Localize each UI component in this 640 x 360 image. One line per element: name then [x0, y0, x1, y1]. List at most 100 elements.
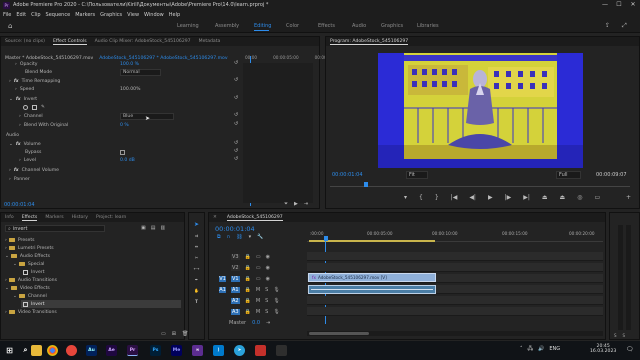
tree-item-audio-invert[interactable]: Invert [31, 270, 45, 275]
lock-icon[interactable]: 🔒 [245, 287, 251, 293]
sync-icon[interactable]: ▭ [256, 265, 261, 271]
eye-icon[interactable]: ◉ [266, 265, 270, 271]
lock-icon[interactable]: 🔒 [245, 254, 251, 260]
workspace-tab-assembly[interactable]: Assembly [215, 23, 239, 29]
mute-button[interactable]: M [256, 287, 260, 293]
timeline-horizontal-scrollbar[interactable] [307, 331, 603, 336]
close-tab-icon[interactable]: ✕ [213, 215, 217, 220]
timeline-settings-icon[interactable]: 🔧 [257, 234, 263, 240]
expand-arrow-icon[interactable]: › [9, 168, 11, 173]
expand-arrow-icon[interactable]: › [5, 238, 7, 243]
type-tool-icon[interactable]: T [193, 298, 200, 305]
solo-button[interactable]: S [265, 287, 268, 293]
export-icon[interactable]: ⇥ [304, 201, 308, 207]
blend-mode-dropdown[interactable]: Normal [120, 69, 161, 76]
program-playhead[interactable] [364, 182, 368, 187]
collapse-arrow-icon[interactable]: ⌄ [13, 262, 17, 267]
track-v3-lane[interactable] [307, 252, 603, 261]
tree-item-video-effects[interactable]: Video Effects [20, 286, 50, 291]
network-icon[interactable]: 🖧 [528, 346, 534, 354]
tree-item-presets[interactable]: Presets [18, 238, 35, 243]
track-target-v3[interactable]: V3 [231, 253, 240, 260]
workspace-tab-learning[interactable]: Learning [177, 23, 199, 29]
premiere-icon[interactable]: Pr [127, 345, 138, 356]
keyboard-language[interactable]: ENG [549, 346, 560, 354]
quality-dropdown[interactable]: Full [556, 171, 581, 179]
menu-graphics[interactable]: Graphics [100, 12, 122, 18]
track-a2-lane[interactable] [307, 296, 603, 305]
tab-source[interactable]: Source: (no clips) [5, 39, 45, 44]
chrome-icon[interactable] [47, 345, 58, 356]
comparison-view-icon[interactable]: ▭ [594, 194, 600, 201]
photoshop-icon[interactable]: Ps [150, 345, 161, 356]
solo-button[interactable]: S [265, 309, 268, 315]
expand-arrow-icon[interactable]: › [5, 278, 7, 283]
eye-icon[interactable]: ◉ [266, 254, 270, 260]
yandex-browser-icon[interactable] [66, 345, 77, 356]
track-v2-lane[interactable] [307, 263, 603, 272]
track-target-v1[interactable]: V1 [231, 275, 240, 282]
mute-button[interactable]: M [256, 309, 260, 315]
reset-icon[interactable]: ↺ [234, 95, 238, 101]
slip-tool-icon[interactable]: ⟷ [193, 265, 200, 272]
workspace-tab-editing[interactable]: Editing [254, 23, 271, 29]
tree-item-audio-transitions[interactable]: Audio Transitions [18, 278, 57, 283]
visual-studio-code-icon[interactable]: ⟩ [213, 345, 224, 356]
visual-studio-icon[interactable]: ∞ [192, 345, 203, 356]
maximize-icon[interactable]: ☐ [612, 0, 626, 10]
scrollbar-thumb[interactable] [309, 332, 369, 335]
tab-info[interactable]: Info [5, 215, 14, 220]
mute-button[interactable]: M [256, 298, 260, 304]
opacity-value[interactable]: 100.0 % [120, 62, 139, 67]
windows-start-icon[interactable]: ⊞ [4, 345, 15, 356]
audio-clip[interactable] [308, 285, 436, 294]
tab-audio-clip-mixer[interactable]: Audio Clip Mixer: AdobeStock_545106297 [95, 39, 191, 44]
tree-item-audio-effects[interactable]: Audio Effects [20, 254, 50, 259]
timeline-timecode[interactable]: 00:00:01:04 [215, 225, 255, 233]
bypass-checkbox[interactable] [120, 150, 125, 155]
level-value[interactable]: 0.0 dB [120, 158, 135, 163]
mic-icon[interactable]: 🎙 [273, 309, 279, 315]
razor-tool-icon[interactable]: ✂ [193, 254, 200, 261]
blend-with-original-value[interactable]: 0 % [120, 123, 129, 128]
expand-arrow-icon[interactable]: › [15, 62, 17, 67]
collapse-arrow-icon[interactable]: ⌄ [13, 294, 17, 299]
nest-icon[interactable]: ⧉ [217, 234, 221, 240]
sync-icon[interactable]: ▭ [256, 254, 261, 260]
ripple-edit-tool-icon[interactable]: ⇹ [193, 243, 200, 250]
menu-sequence[interactable]: Sequence [46, 12, 71, 18]
source-patch-a1[interactable]: A1 [219, 286, 226, 293]
go-to-out-icon[interactable]: ▶| [523, 194, 530, 201]
tree-item-video-invert[interactable]: Invert [31, 302, 45, 307]
play-icon[interactable]: ▶ [488, 194, 493, 201]
track-target-a2[interactable]: A2 [231, 297, 240, 304]
selection-tool-icon[interactable]: ➤ [193, 221, 200, 228]
expand-arrow-icon[interactable]: › [9, 79, 11, 84]
collapse-arrow-icon[interactable]: ⌄ [5, 286, 9, 291]
hand-tool-icon[interactable]: ✋ [193, 287, 200, 294]
share-icon[interactable]: ⇪ [605, 22, 610, 29]
ellipse-mask-icon[interactable] [23, 105, 28, 110]
expand-arrow-icon[interactable]: › [5, 246, 7, 251]
filter-icon[interactable]: ⏷ [284, 201, 288, 207]
tab-metadata[interactable]: Metadata [199, 39, 221, 44]
file-explorer-icon[interactable] [31, 345, 42, 356]
tab-program[interactable]: Program: AdobeStock_545106297 [330, 39, 409, 45]
program-timecode[interactable]: 00:00:01:04 [332, 172, 363, 178]
track-select-tool-icon[interactable]: ⇉ [193, 232, 200, 239]
reset-icon[interactable]: ↺ [234, 156, 238, 162]
yuv-effects-icon[interactable]: ▥ [160, 225, 165, 231]
mark-in-icon[interactable]: { [419, 194, 423, 201]
master-volume-value[interactable]: 0.0 [252, 320, 260, 326]
tab-history[interactable]: History [72, 215, 88, 220]
solo-right-button[interactable]: S [623, 333, 626, 338]
home-icon[interactable]: ⌂ [8, 22, 12, 30]
reset-icon[interactable]: ↺ [234, 77, 238, 83]
effects-search-box[interactable]: ⌕ invert [5, 225, 105, 232]
expand-arrow-icon[interactable]: › [19, 123, 21, 128]
skip-to-end-icon[interactable]: ⇥ [266, 320, 270, 326]
tree-item-video-transitions[interactable]: Video Transitions [18, 310, 57, 315]
go-to-in-icon[interactable]: |◀ [451, 194, 458, 201]
effects-search-input[interactable]: invert [13, 226, 28, 232]
quick-export-icon[interactable]: ⤢ [622, 22, 627, 30]
